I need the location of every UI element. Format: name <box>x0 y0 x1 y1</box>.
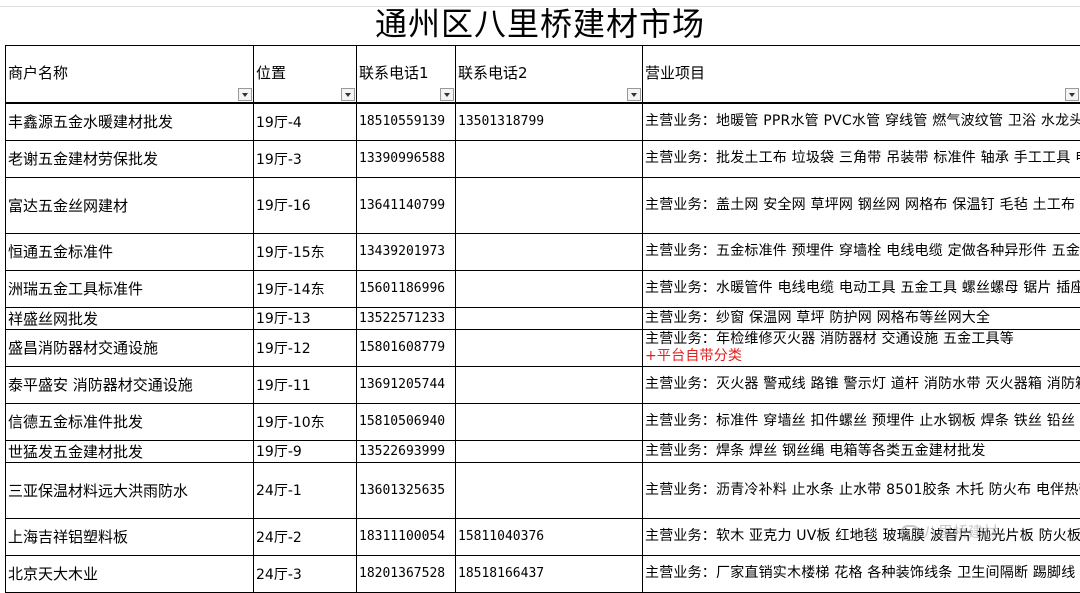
merchant-business[interactable]: 主营业务：厂家直销实木楼梯 花格 各种装饰线条 卫生间隔断 踢脚线 护墙板等 <box>643 555 1080 592</box>
merchant-business[interactable]: 主营业务：盖土网 安全网 草坪网 钢丝网 网格布 保温钉 毛毡 土工布 地膜 塑… <box>643 177 1080 233</box>
merchant-phone1[interactable]: 15801608779 <box>357 329 456 366</box>
merchant-phone2[interactable] <box>456 366 643 403</box>
merchant-phone1[interactable]: 13601325635 <box>357 462 456 518</box>
merchant-location[interactable]: 19厅-15东 <box>254 233 357 270</box>
merchant-phone2[interactable] <box>456 233 643 270</box>
merchant-business[interactable]: 主营业务：水暖管件 电线电缆 电动工具 五金工具 螺丝螺母 锯片 插座 插排 三… <box>643 270 1080 307</box>
merchant-location[interactable]: 19厅-14东 <box>254 270 357 307</box>
merchant-business[interactable]: 主营业务：软木 亚克力 UV板 红地毯 玻璃膜 波音片 抛光片板 防火板 地板革… <box>643 518 1080 555</box>
merchant-name[interactable]: 老谢五金建材劳保批发 <box>6 140 254 177</box>
table-row[interactable]: 老谢五金建材劳保批发 19厅-3 13390996588 主营业务：批发土工布 … <box>6 140 1080 177</box>
merchant-name[interactable]: 世猛发五金建材批发 <box>6 440 254 462</box>
merchant-name[interactable]: 洲瑞五金工具标准件 <box>6 270 254 307</box>
filter-dropdown-icon[interactable] <box>440 88 454 101</box>
sheet-title: 通州区八里桥建材市场 <box>0 3 1080 45</box>
merchant-location[interactable]: 19厅-3 <box>254 140 357 177</box>
table-row[interactable]: 信德五金标准件批发 19厅-10东 15810506940 主营业务：标准件 穿… <box>6 403 1080 440</box>
merchant-location[interactable]: 19厅-16 <box>254 177 357 233</box>
header-row: 商户名称 位置 联系电话1 联系电话2 营业项目 <box>6 46 1080 104</box>
filter-dropdown-icon[interactable] <box>1065 88 1079 101</box>
merchant-phone2[interactable] <box>456 329 643 366</box>
merchant-phone1[interactable]: 13691205744 <box>357 366 456 403</box>
merchant-phone2[interactable]: 15811040376 <box>456 518 643 555</box>
merchant-location[interactable]: 19厅-13 <box>254 307 357 329</box>
merchant-name[interactable]: 盛昌消防器材交通设施 <box>6 329 254 366</box>
merchant-name[interactable]: 上海吉祥铝塑料板 <box>6 518 254 555</box>
merchant-name[interactable]: 祥盛丝网批发 <box>6 307 254 329</box>
merchant-location[interactable]: 19厅-11 <box>254 366 357 403</box>
header-phone2: 联系电话2 <box>456 46 643 104</box>
merchant-phone2[interactable] <box>456 140 643 177</box>
filter-dropdown-icon[interactable] <box>341 88 355 101</box>
merchant-business[interactable]: 主营业务：年检维修灭火器 消防器材 交通设施 五金工具等+平台自带分类 <box>643 329 1080 366</box>
filter-dropdown-icon[interactable] <box>238 88 252 101</box>
table-row[interactable]: 富达五金丝网建材 19厅-16 13641140799 主营业务：盖土网 安全网… <box>6 177 1080 233</box>
merchant-business[interactable]: 主营业务：沥青冷补料 止水条 止水带 8501胶条 木托 防火布 电伴热带 温控… <box>643 462 1080 518</box>
table-row[interactable]: 盛昌消防器材交通设施 19厅-12 15801608779 主营业务：年检维修灭… <box>6 329 1080 366</box>
merchant-name[interactable]: 北京天大木业 <box>6 555 254 592</box>
merchant-business[interactable]: 主营业务：地暖管 PPR水管 PVC水管 穿线管 燃气波纹管 卫浴 水龙头 花洒… <box>643 103 1080 140</box>
merchant-phone1[interactable]: 13641140799 <box>357 177 456 233</box>
merchant-business[interactable]: 主营业务：批发土工布 垃圾袋 三角带 吊装带 标准件 轴承 手工工具 电动工具 … <box>643 140 1080 177</box>
header-business: 营业项目 <box>643 46 1080 104</box>
merchant-business[interactable]: 主营业务：焊条 焊丝 钢丝绳 电箱等各类五金建材批发 <box>643 440 1080 462</box>
merchant-location[interactable]: 19厅-12 <box>254 329 357 366</box>
header-phone1: 联系电话1 <box>357 46 456 104</box>
merchant-business[interactable]: 主营业务：五金标准件 预埋件 穿墙栓 电线电缆 定做各种异形件 五金工具 开关面… <box>643 233 1080 270</box>
header-location: 位置 <box>254 46 357 104</box>
merchant-name[interactable]: 泰平盛安 消防器材交通设施 <box>6 366 254 403</box>
merchant-phone2[interactable] <box>456 462 643 518</box>
merchant-phone2[interactable] <box>456 177 643 233</box>
table-row[interactable]: 泰平盛安 消防器材交通设施 19厅-11 13691205744 主营业务：灭火… <box>6 366 1080 403</box>
merchant-name[interactable]: 富达五金丝网建材 <box>6 177 254 233</box>
merchant-phone1[interactable]: 13439201973 <box>357 233 456 270</box>
merchant-name[interactable]: 信德五金标准件批发 <box>6 403 254 440</box>
merchant-name[interactable]: 三亚保温材料远大洪雨防水 <box>6 462 254 518</box>
merchant-name[interactable]: 恒通五金标准件 <box>6 233 254 270</box>
merchant-phone2[interactable] <box>456 403 643 440</box>
merchant-name[interactable]: 丰鑫源五金水暖建材批发 <box>6 103 254 140</box>
merchant-phone2[interactable] <box>456 440 643 462</box>
merchant-location[interactable]: 24厅-1 <box>254 462 357 518</box>
table-row[interactable]: 恒通五金标准件 19厅-15东 13439201973 主营业务：五金标准件 预… <box>6 233 1080 270</box>
merchant-phone1[interactable]: 18201367528 <box>357 555 456 592</box>
merchant-location[interactable]: 24厅-3 <box>254 555 357 592</box>
table-row[interactable]: 世猛发五金建材批发 19厅-9 13522693999 主营业务：焊条 焊丝 钢… <box>6 440 1080 462</box>
merchant-business[interactable]: 主营业务：纱窗 保温网 草坪 防护网 网格布等丝网大全 <box>643 307 1080 329</box>
merchant-location[interactable]: 19厅-9 <box>254 440 357 462</box>
merchant-business[interactable]: 主营业务：灭火器 警戒线 路锥 警示灯 道杆 消防水带 灭火器箱 消防箱等消防器… <box>643 366 1080 403</box>
table-row[interactable]: 三亚保温材料远大洪雨防水 24厅-1 13601325635 主营业务：沥青冷补… <box>6 462 1080 518</box>
merchant-table: 商户名称 位置 联系电话1 联系电话2 营业项目 丰鑫源五金水暖建材批发 19厅… <box>5 45 1080 593</box>
merchant-phone2[interactable] <box>456 307 643 329</box>
merchant-phone1[interactable]: 15810506940 <box>357 403 456 440</box>
merchant-phone2[interactable]: 13501318799 <box>456 103 643 140</box>
merchant-phone1[interactable]: 15601186996 <box>357 270 456 307</box>
merchant-business[interactable]: 主营业务：标准件 穿墙丝 扣件螺丝 预埋件 止水钢板 焊条 铁丝 铅丝 五金工具… <box>643 403 1080 440</box>
table-row[interactable]: 洲瑞五金工具标准件 19厅-14东 15601186996 主营业务：水暖管件 … <box>6 270 1080 307</box>
filter-dropdown-icon[interactable] <box>627 88 641 101</box>
merchant-phone1[interactable]: 18311100054 <box>357 518 456 555</box>
merchant-location[interactable]: 19厅-4 <box>254 103 357 140</box>
merchant-location[interactable]: 19厅-10东 <box>254 403 357 440</box>
merchant-phone2[interactable]: 18518166437 <box>456 555 643 592</box>
merchant-phone2[interactable] <box>456 270 643 307</box>
merchant-location[interactable]: 24厅-2 <box>254 518 357 555</box>
table-row[interactable]: 丰鑫源五金水暖建材批发 19厅-4 18510559139 1350131879… <box>6 103 1080 140</box>
table-row[interactable]: 祥盛丝网批发 19厅-13 13522571233 主营业务：纱窗 保温网 草坪… <box>6 307 1080 329</box>
merchant-phone1[interactable]: 13390996588 <box>357 140 456 177</box>
table-row[interactable]: 北京天大木业 24厅-3 18201367528 18518166437 主营业… <box>6 555 1080 592</box>
platform-category-note: +平台自带分类 <box>645 348 1078 365</box>
merchant-phone1[interactable]: 13522571233 <box>357 307 456 329</box>
merchant-phone1[interactable]: 18510559139 <box>357 103 456 140</box>
merchant-phone1[interactable]: 13522693999 <box>357 440 456 462</box>
header-name: 商户名称 <box>6 46 254 104</box>
table-row[interactable]: 上海吉祥铝塑料板 24厅-2 18311100054 15811040376 主… <box>6 518 1080 555</box>
